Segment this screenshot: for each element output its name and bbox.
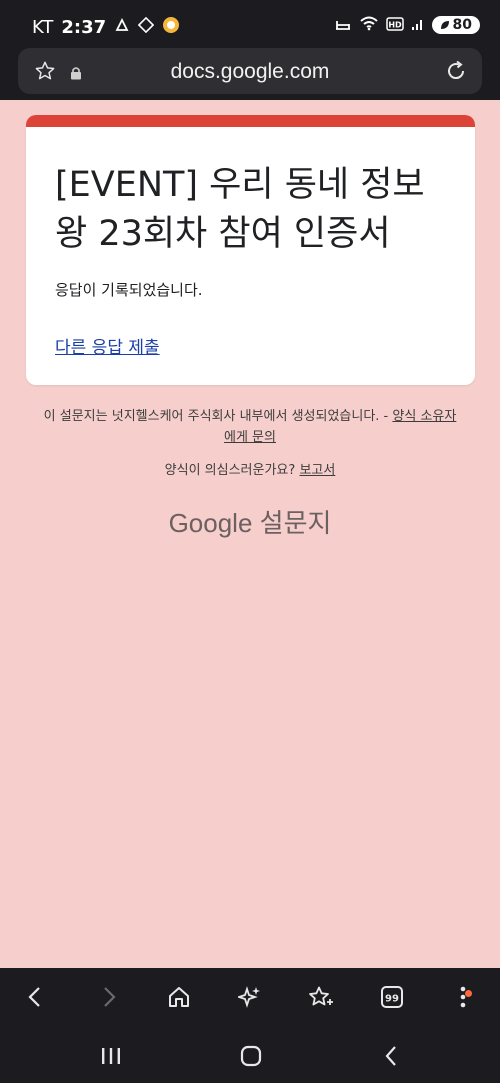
tabs-button[interactable]: 99 — [377, 982, 407, 1012]
tabs-icon: 99 — [381, 986, 403, 1008]
star-add-icon — [309, 986, 333, 1006]
sparkle-icon — [238, 986, 260, 1008]
system-back-icon — [385, 1046, 396, 1066]
battery-level: 80 — [452, 17, 472, 33]
recent-apps-button[interactable] — [96, 1042, 126, 1070]
report-line: 양식이 의심스러운가요? 보고서 — [0, 459, 500, 478]
battery-indicator: 80 — [431, 16, 480, 34]
app-notification-icon — [162, 16, 180, 39]
system-nav-bar — [0, 1028, 500, 1083]
back-arrow-icon — [28, 987, 40, 1007]
home-button[interactable] — [164, 982, 194, 1012]
svg-text:HD: HD — [388, 20, 402, 29]
recent-apps-icon — [102, 1048, 120, 1064]
dnd-icon — [334, 16, 352, 35]
system-home-button[interactable] — [236, 1042, 266, 1070]
home-icon — [169, 987, 189, 1007]
confirmation-message: 응답이 기록되었습니다. — [55, 281, 203, 299]
carrier-label: KT — [32, 17, 54, 38]
footer-disclaimer: 이 설문지는 넛지헬스케어 주식회사 내부에서 생성되었습니다. - 양식 소유… — [40, 406, 460, 448]
notification-dot — [465, 990, 472, 997]
back-button[interactable] — [20, 982, 50, 1012]
signal-icon — [411, 16, 425, 35]
suspicious-text: 양식이 의심스러운가요? — [164, 463, 296, 478]
menu-button[interactable] — [448, 982, 478, 1012]
wifi-icon — [359, 15, 379, 35]
refresh-icon[interactable] — [444, 59, 468, 87]
brand-forms: 설문지 — [259, 508, 332, 538]
report-link[interactable]: 보고서 — [299, 463, 335, 478]
system-home-icon — [240, 1045, 262, 1067]
forward-button[interactable] — [94, 982, 124, 1012]
more-vertical-icon — [460, 986, 466, 1008]
brand-google: Google — [168, 508, 253, 538]
url-text[interactable]: docs.google.com — [18, 60, 482, 84]
clock: 2:37 — [61, 17, 107, 38]
status-bar: KT 2:37 HD 80 — [0, 0, 500, 50]
address-bar[interactable]: docs.google.com — [18, 48, 482, 94]
browser-toolbar: docs.google.com — [0, 44, 500, 100]
confirmation-card: [EVENT] 우리 동네 정보왕 23회차 참여 인증서 응답이 기록되었습니… — [26, 115, 475, 385]
created-by-text: 이 설문지는 넛지헬스케어 주식회사 내부에서 생성되었습니다. - — [43, 409, 389, 424]
google-forms-logo[interactable]: Google 설문지 — [0, 503, 500, 540]
notification-icon-1 — [114, 17, 130, 38]
bookmarks-button[interactable] — [306, 982, 336, 1012]
ai-sparkle-button[interactable] — [235, 982, 265, 1012]
leaf-icon — [440, 21, 449, 29]
submit-another-link[interactable]: 다른 응답 제출 — [55, 333, 160, 358]
notification-icon-2 — [137, 16, 155, 38]
card-accent-bar — [26, 115, 475, 127]
svg-text:99: 99 — [385, 994, 399, 1005]
hd-icon: HD — [385, 16, 404, 35]
form-title: [EVENT] 우리 동네 정보왕 23회차 참여 인증서 — [55, 165, 425, 254]
system-back-button[interactable] — [376, 1042, 406, 1070]
forward-arrow-icon — [104, 987, 116, 1007]
bottom-toolbar: 99 — [0, 968, 500, 1028]
